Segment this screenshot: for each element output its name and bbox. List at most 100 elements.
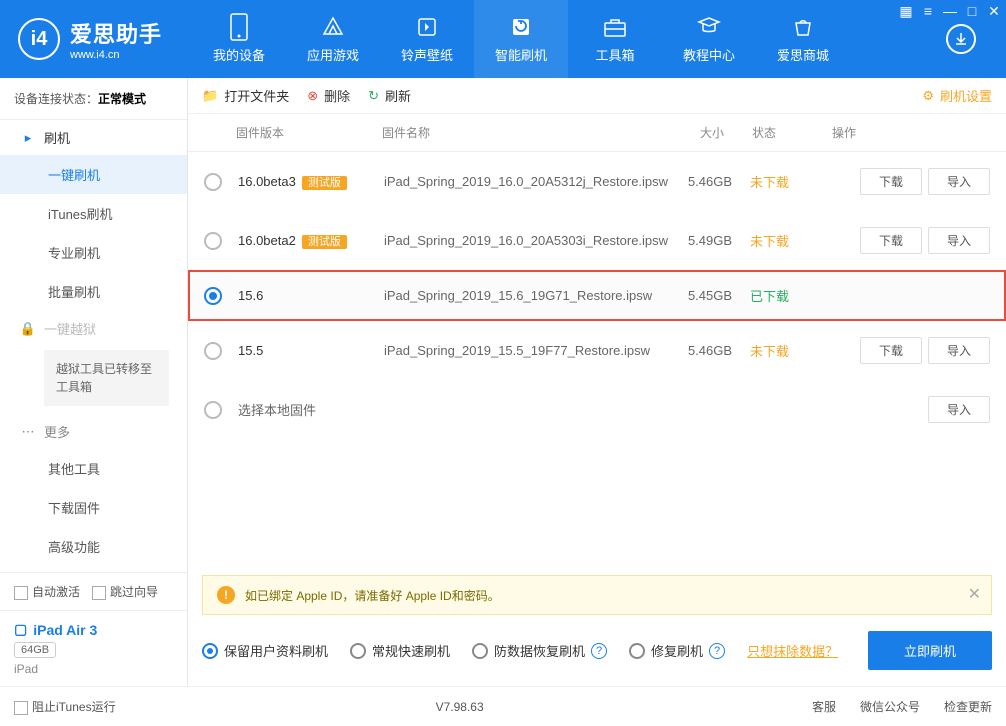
logo-title: 爱思助手 [70,22,162,47]
gear-icon: ⚙ [922,88,934,104]
nav-ringtones[interactable]: 铃声壁纸 [380,0,474,78]
radio-select[interactable] [204,287,222,305]
opt-repair[interactable]: 修复刷机? [629,641,725,660]
radio-select[interactable] [204,232,222,250]
flash-icon [509,15,533,39]
skip-guide-checkbox[interactable]: 跳过向导 [92,583,158,600]
radio-select[interactable] [204,173,222,191]
firmware-size: 5.46GB [670,174,750,189]
firmware-status: 已下载 [750,286,830,305]
logo-icon: i4 [18,18,60,60]
device-icon [227,15,251,39]
sidebar-item-advanced[interactable]: 高级功能 [0,527,187,566]
check-update-link[interactable]: 检查更新 [944,698,992,715]
import-button[interactable]: 导入 [928,168,990,195]
header: i4 爱思助手 www.i4.cn 我的设备 应用游戏 铃声壁纸 智能刷机 工具… [0,0,1006,78]
folder-icon: 📁 [202,88,218,104]
flash-settings-button[interactable]: ⚙刷机设置 [922,86,992,105]
import-local-button[interactable]: 导入 [928,396,990,423]
erase-link[interactable]: 只想抹除数据？ [747,641,838,660]
radio-local[interactable] [204,401,222,419]
sidebar-group-flash[interactable]: ▸ 刷机 [0,120,187,155]
block-itunes-checkbox[interactable]: 阻止iTunes运行 [14,698,116,715]
download-manager-icon[interactable] [946,24,976,54]
nav-flash[interactable]: 智能刷机 [474,0,568,78]
delete-button[interactable]: ⊗删除 [307,86,350,105]
store-icon [791,15,815,39]
connection-status: 设备连接状态：正常模式 [0,78,187,120]
toolbar: 📁打开文件夹 ⊗删除 ↻刷新 ⚙刷机设置 [188,78,1006,114]
firmware-row[interactable]: 15.6 iPad_Spring_2019_15.6_19G71_Restore… [188,270,1006,321]
firmware-size: 5.49GB [670,233,750,248]
firmware-row[interactable]: 16.0beta3测试版 iPad_Spring_2019_16.0_20A53… [188,152,1006,211]
import-button[interactable]: 导入 [928,227,990,254]
opt-anti-recovery[interactable]: 防数据恢复刷机? [472,641,607,660]
version-label: V7.98.63 [436,700,484,714]
download-button[interactable]: 下载 [860,337,922,364]
logo-subtitle: www.i4.cn [70,49,162,61]
help-icon[interactable]: ? [591,643,607,659]
more-icon: ⋯ [20,424,36,440]
firmware-name: iPad_Spring_2019_16.0_20A5303i_Restore.i… [384,233,670,248]
firmware-name: iPad_Spring_2019_15.6_19G71_Restore.ipsw [384,288,670,303]
tutorial-icon [697,15,721,39]
opt-keep-data[interactable]: 保留用户资料刷机 [202,641,328,660]
wechat-link[interactable]: 微信公众号 [860,698,920,715]
sidebar-item-other-tools[interactable]: 其他工具 [0,449,187,488]
table-header: 固件版本 固件名称 大小 状态 操作 [188,114,1006,152]
lock-icon: 🔒 [20,321,36,337]
apps-icon [321,15,345,39]
toolbox-icon [603,15,627,39]
maximize-icon[interactable]: □ [962,2,982,20]
download-button[interactable]: 下载 [860,227,922,254]
sidebar-item-download-fw[interactable]: 下载固件 [0,488,187,527]
sidebar-item-pro[interactable]: 专业刷机 [0,233,187,272]
nav-my-device[interactable]: 我的设备 [192,0,286,78]
firmware-size: 5.45GB [670,288,750,303]
import-button[interactable]: 导入 [928,337,990,364]
open-folder-button[interactable]: 📁打开文件夹 [202,86,289,105]
nav-apps[interactable]: 应用游戏 [286,0,380,78]
sidebar-item-oneclick[interactable]: 一键刷机 [0,155,187,194]
alert-bar: ! 如已绑定 Apple ID，请准备好 Apple ID和密码。 ✕ [202,575,992,615]
device-type: iPad [14,662,173,676]
grid-icon[interactable]: ▦ [896,2,916,20]
beta-tag: 测试版 [302,235,347,249]
minimize-icon[interactable]: — [940,2,960,20]
sidebar-item-batch[interactable]: 批量刷机 [0,272,187,311]
main-panel: 📁打开文件夹 ⊗删除 ↻刷新 ⚙刷机设置 固件版本 固件名称 大小 状态 操作 … [188,78,1006,686]
sidebar-item-itunes[interactable]: iTunes刷机 [0,194,187,233]
local-firmware-row[interactable]: 选择本地固件 导入 [188,380,1006,439]
storage-badge: 64GB [14,642,56,658]
nav-store[interactable]: 爱思商城 [756,0,850,78]
alert-close-icon[interactable]: ✕ [968,584,981,604]
firmware-name: iPad_Spring_2019_16.0_20A5312j_Restore.i… [384,174,670,189]
beta-tag: 测试版 [302,176,347,190]
refresh-button[interactable]: ↻刷新 [368,86,411,105]
firmware-size: 5.46GB [670,343,750,358]
firmware-status: 未下载 [750,172,830,191]
opt-quick[interactable]: 常规快速刷机 [350,641,450,660]
list-icon[interactable]: ≡ [918,2,938,20]
tablet-icon: ▢ [14,621,27,638]
firmware-status: 未下载 [750,231,830,250]
device-info[interactable]: ▢iPad Air 3 64GB iPad [0,610,187,686]
firmware-row[interactable]: 16.0beta2测试版 iPad_Spring_2019_16.0_20A53… [188,211,1006,270]
download-button[interactable]: 下载 [860,168,922,195]
nav-tutorials[interactable]: 教程中心 [662,0,756,78]
support-link[interactable]: 客服 [812,698,836,715]
firmware-row[interactable]: 15.5 iPad_Spring_2019_15.5_19F77_Restore… [188,321,1006,380]
nav-toolbox[interactable]: 工具箱 [568,0,662,78]
help-icon-2[interactable]: ? [709,643,725,659]
close-icon[interactable]: ✕ [984,2,1004,20]
sidebar-group-jailbreak[interactable]: 🔒 一键越狱 [0,311,187,346]
footer: 阻止iTunes运行 V7.98.63 客服 微信公众号 检查更新 [0,686,1006,726]
logo[interactable]: i4 爱思助手 www.i4.cn [18,17,162,61]
music-icon [415,15,439,39]
sidebar: 设备连接状态：正常模式 ▸ 刷机 一键刷机 iTunes刷机 专业刷机 批量刷机… [0,78,188,686]
sidebar-group-more[interactable]: ⋯ 更多 [0,414,187,449]
firmware-name: iPad_Spring_2019_15.5_19F77_Restore.ipsw [384,343,670,358]
radio-select[interactable] [204,342,222,360]
auto-activate-checkbox[interactable]: 自动激活 [14,583,80,600]
flash-now-button[interactable]: 立即刷机 [868,631,992,670]
